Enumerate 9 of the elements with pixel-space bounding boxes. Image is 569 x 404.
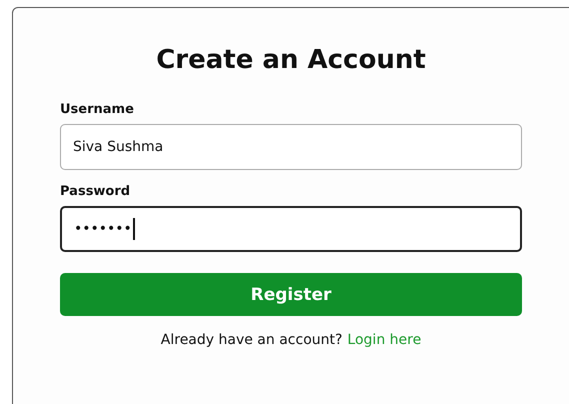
login-link[interactable]: Login here bbox=[347, 332, 422, 348]
footer-text: Already have an account? bbox=[160, 332, 342, 348]
register-button[interactable]: Register bbox=[60, 273, 522, 316]
input-field[interactable]: ••••••• bbox=[60, 206, 522, 252]
field-label: Password bbox=[60, 184, 132, 199]
field-label: Username bbox=[60, 102, 135, 117]
form-title: Create an Account bbox=[155, 44, 427, 77]
text-cursor-icon bbox=[132, 218, 135, 240]
input-field[interactable]: Siva Sushma bbox=[60, 124, 522, 170]
